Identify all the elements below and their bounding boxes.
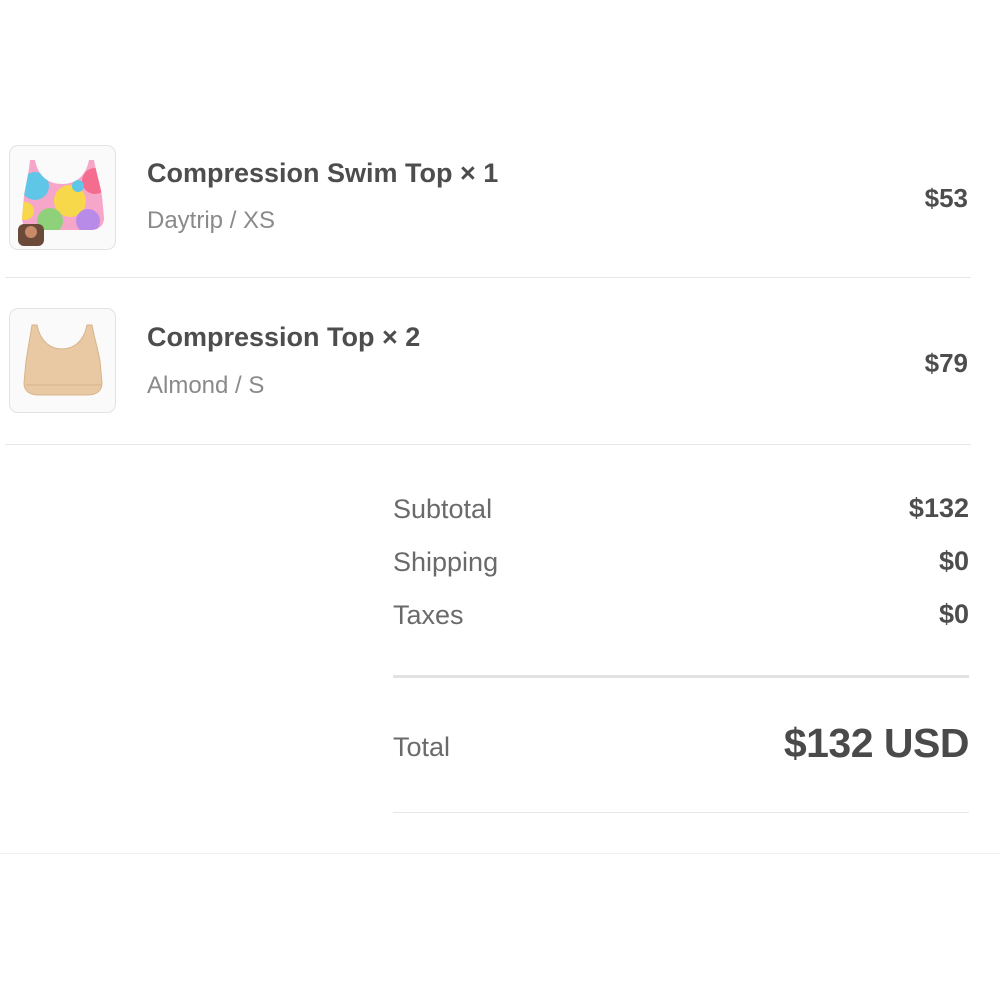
item-variant: Daytrip / XS <box>147 207 276 234</box>
item-price: $53 <box>924 183 968 213</box>
taxes-label: Taxes <box>393 600 464 630</box>
item-variant: Almond / S <box>147 372 265 399</box>
shipping-row: Shipping $0 <box>393 543 969 596</box>
cost-summary: Subtotal $132 Shipping $0 Taxes $0 <box>393 490 969 649</box>
total-label: Total <box>393 732 451 762</box>
item-name: Compression Swim Top × 1 <box>147 158 499 188</box>
subtotal-label: Subtotal <box>393 494 493 524</box>
line-item: Compression Top × 2 Almond / S $79 <box>5 278 971 445</box>
subtotal-value: $132 <box>908 493 969 523</box>
product-thumbnail[interactable] <box>9 308 116 413</box>
product-thumbnail[interactable] <box>9 145 116 250</box>
footer-divider <box>0 853 1000 854</box>
line-item: Compression Swim Top × 1 Daytrip / XS $5… <box>5 130 971 278</box>
item-price: $79 <box>924 348 968 378</box>
shipping-value: $0 <box>938 546 969 576</box>
taxes-row: Taxes $0 <box>393 596 969 649</box>
almond-top-icon <box>23 324 103 396</box>
order-summary-page: Compression Swim Top × 1 Daytrip / XS $5… <box>0 0 1000 1000</box>
subtotal-row: Subtotal $132 <box>393 490 969 543</box>
total-value: $132 USD <box>783 720 970 766</box>
shipping-label: Shipping <box>393 547 499 577</box>
total-divider <box>393 812 969 813</box>
item-name: Compression Top × 2 <box>147 322 421 352</box>
taxes-value: $0 <box>938 599 969 629</box>
summary-divider <box>393 675 969 678</box>
total-row: Total $132 USD <box>393 720 970 780</box>
colorful-swim-top-icon <box>18 160 104 246</box>
